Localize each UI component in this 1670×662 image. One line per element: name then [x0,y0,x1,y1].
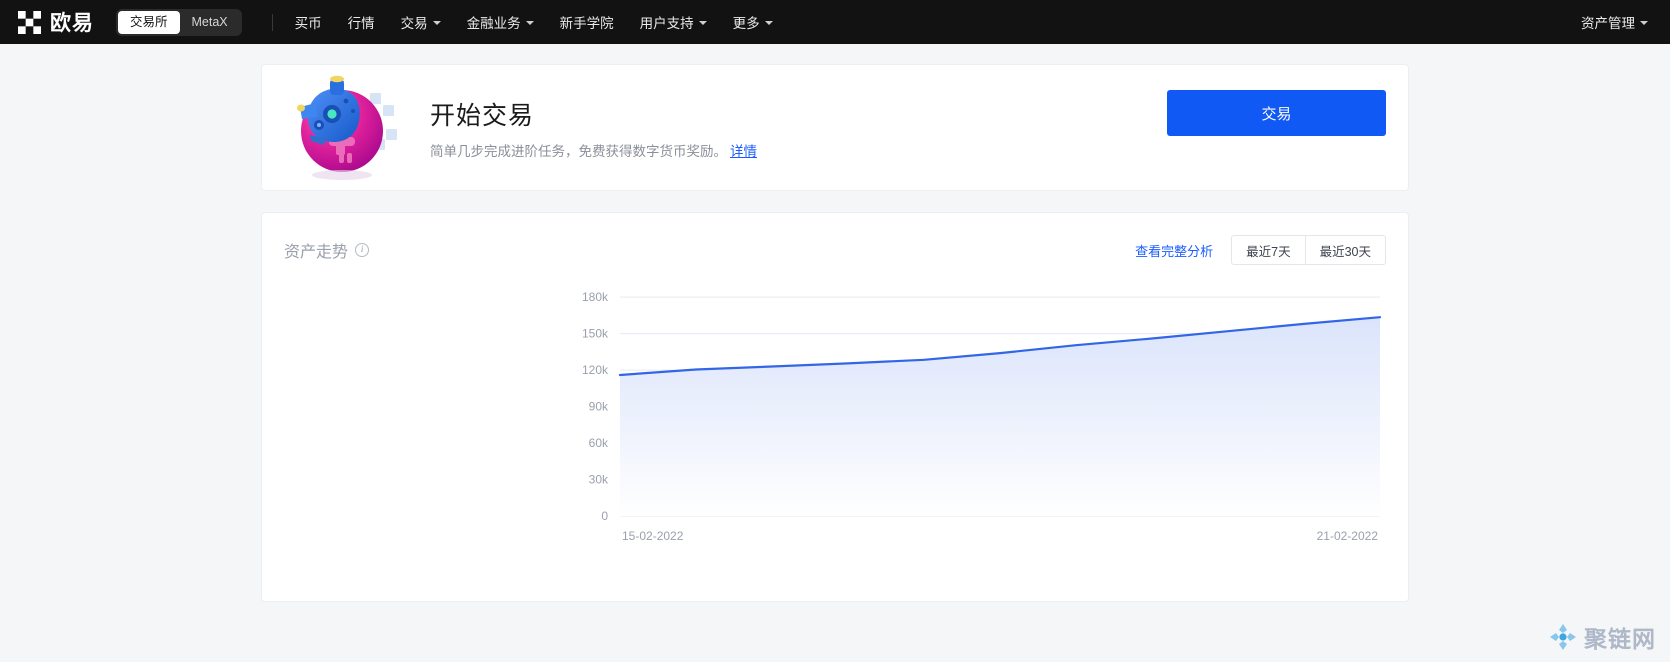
y-axis-tick-label: 150k [582,327,609,341]
brand-name: 欧易 [50,12,94,35]
chart-x-axis-labels: 15-02-2022 21-02-2022 [622,529,1378,543]
nav-item-trade[interactable]: 交易 [401,12,441,32]
info-icon[interactable]: i [355,243,370,257]
watermark-diamond-icon [1550,624,1576,650]
okx-logo-icon [18,10,41,34]
nav-item-buy-crypto[interactable]: 买币 [295,12,322,32]
watermark-text: 聚链网 [1584,627,1656,653]
nav-item-markets[interactable]: 行情 [348,12,375,32]
y-axis-tick-label: 90k [589,400,609,414]
brand-logo[interactable]: 欧易 [18,7,94,37]
nav-item-support[interactable]: 用户支持 [640,12,707,32]
nav-item-label: 行情 [347,16,375,31]
nav-item-label: 买币 [294,16,322,31]
y-axis-tick-label: 180k [582,290,609,304]
nav-divider [271,13,273,31]
chevron-down-icon [525,21,534,25]
y-axis-tick-label: 0 [601,509,608,523]
banner-detail-link[interactable]: 详情 [730,140,757,160]
y-axis-tick-label: 120k [582,363,609,377]
banner-subtitle-row: 简单几步完成进阶任务，免费获得数字货币奖励。 详情 [430,140,757,160]
chevron-down-icon [698,21,707,25]
segment-metax[interactable]: MetaX [180,11,240,34]
chevron-down-icon [432,21,441,25]
chart-y-axis-labels: 0 30k 60k 90k 120k 150k 180k [582,290,609,523]
y-axis-tick-label: 30k [589,473,609,487]
chart-title-group: 资产走势 i [284,238,370,262]
range-button-30d[interactable]: 最近30天 [1305,235,1386,265]
nav-item-asset-management[interactable]: 资产管理 [1581,12,1648,32]
banner-title: 开始交易 [430,101,535,130]
site-watermark: 聚链网 [1549,620,1656,654]
range-toggle-group: 最近7天 最近30天 [1231,235,1386,265]
y-axis-tick-label: 60k [589,436,609,450]
range-button-7d[interactable]: 最近7天 [1231,235,1306,265]
banner-subtitle: 简单几步完成进阶任务，免费获得数字货币奖励。 [430,143,727,159]
banner-artwork-icon [297,75,397,180]
nav-item-label: 更多 [732,16,760,31]
product-segmented-control: 交易所 MetaX [116,8,242,36]
chart-area-fill [620,317,1380,516]
nav-item-label: 金融业务 [466,16,521,31]
chart-title: 资产走势 [284,244,349,261]
chevron-down-icon [764,21,773,25]
page-content: 开始交易 简单几步完成进阶任务，免费获得数字货币奖励。 详情 交易 资产走势 i… [0,44,1670,602]
chevron-down-icon [1640,21,1648,25]
segment-exchange[interactable]: 交易所 [118,10,180,34]
nav-item-label: 资产管理 [1581,16,1635,31]
nav-links: 买币 行情 交易 金融业务 新手学院 用户支持 更多 [295,12,773,32]
top-navigation-bar: 欧易 交易所 MetaX 买币 行情 交易 金融业务 新手学院 用户支持 更多 [0,0,1670,44]
nav-item-label: 用户支持 [639,16,694,31]
chart-canvas: 0 30k 60k 90k 120k 150k 180k 15-02-2022 21-02-2… [582,290,1382,543]
nav-item-label: 交易 [400,16,428,31]
chart-header-actions: 查看完整分析 最近7天 最近30天 [1135,235,1386,265]
x-axis-tick-label: 21-02-2022 [1317,529,1379,543]
content-container: 开始交易 简单几步完成进阶任务，免费获得数字货币奖励。 详情 交易 资产走势 i… [261,64,1409,602]
nav-item-academy[interactable]: 新手学院 [560,12,614,32]
robot-bitcoin-illustration [286,73,412,183]
view-full-analysis-link[interactable]: 查看完整分析 [1135,241,1213,260]
chart-header: 资产走势 i 查看完整分析 最近7天 最近30天 [262,213,1408,265]
nav-item-label: 新手学院 [559,16,614,31]
asset-trend-chart: 0 30k 60k 90k 120k 150k 180k 15-02-2022 21-02-2… [262,277,1408,597]
start-trading-banner: 开始交易 简单几步完成进阶任务，免费获得数字货币奖励。 详情 交易 [261,64,1409,191]
x-axis-tick-label: 15-02-2022 [622,529,684,543]
banner-copy: 开始交易 简单几步完成进阶任务，免费获得数字货币奖励。 详情 [430,96,757,160]
nav-item-more[interactable]: 更多 [733,12,773,32]
nav-item-finance[interactable]: 金融业务 [467,12,534,32]
asset-trend-card: 资产走势 i 查看完整分析 最近7天 最近30天 0 30k 60k 90k 1… [261,212,1409,602]
trade-button[interactable]: 交易 [1167,90,1386,136]
